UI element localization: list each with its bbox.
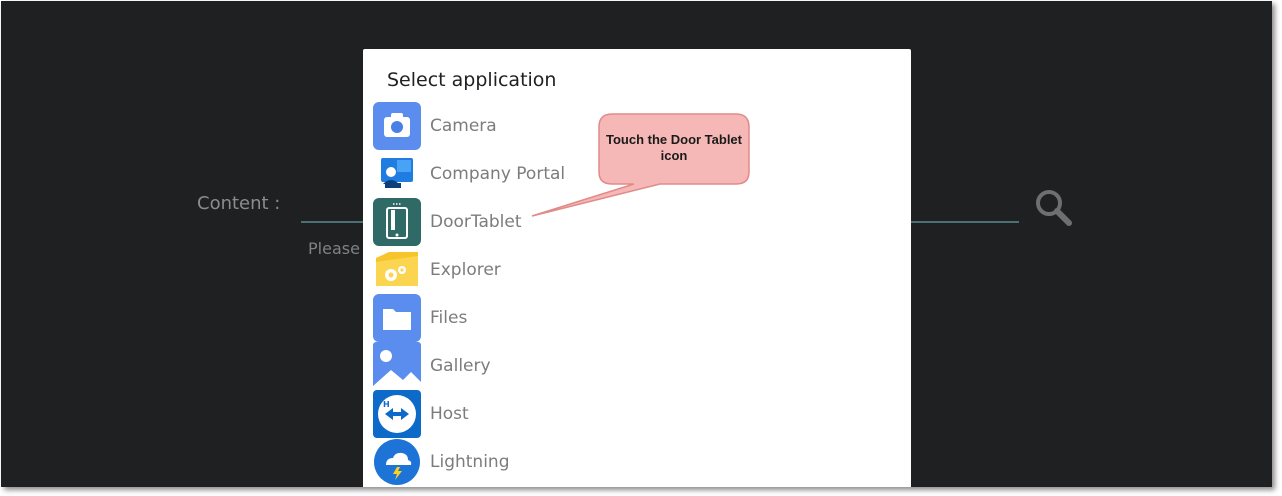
content-label: Content : [197, 193, 281, 214]
callout-text: Touch the Door Tablet icon [605, 132, 742, 163]
dialog-title: Select application [387, 69, 557, 91]
app-label: Explorer [430, 260, 501, 280]
host-icon: H [373, 390, 421, 438]
app-item-explorer[interactable]: Explorer [373, 246, 903, 294]
search-icon[interactable] [1033, 188, 1075, 228]
gallery-icon [373, 342, 421, 390]
doortablet-icon [373, 198, 421, 246]
app-label: Lightning [430, 452, 510, 472]
svg-text:H: H [383, 400, 390, 409]
app-item-lightning[interactable]: Lightning [373, 438, 903, 486]
explorer-icon [373, 246, 421, 294]
app-label: Host [430, 404, 469, 424]
app-item-files[interactable]: Files [373, 294, 903, 342]
app-label: Camera [430, 116, 497, 136]
content-hint: Please [308, 239, 360, 258]
camera-icon [373, 102, 421, 150]
app-item-gallery[interactable]: Gallery [373, 342, 903, 390]
app-item-host[interactable]: H Host [373, 390, 903, 438]
app-item-doortablet[interactable]: DoorTablet [373, 198, 903, 246]
company-portal-icon [373, 150, 421, 198]
app-background-screen: Content : Please Select application Came… [1, 1, 1272, 487]
lightning-icon [373, 438, 421, 486]
files-icon [373, 294, 421, 342]
app-label: Gallery [430, 356, 491, 376]
app-label: Company Portal [430, 164, 566, 184]
app-label: Files [430, 308, 468, 328]
app-label: DoorTablet [430, 212, 522, 232]
